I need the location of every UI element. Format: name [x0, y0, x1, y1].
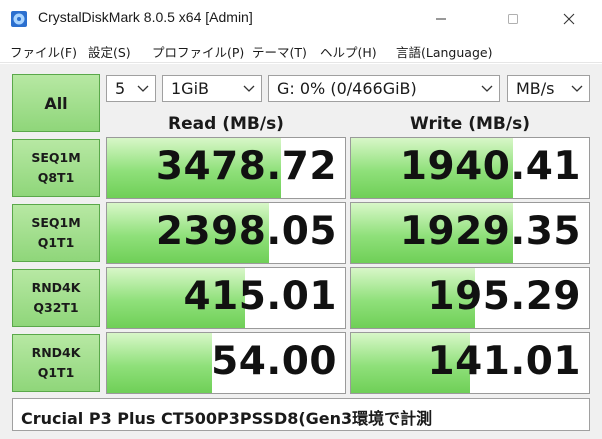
chevron-down-icon	[243, 85, 255, 92]
chevron-down-icon	[481, 85, 493, 92]
test-size-select[interactable]: 1GiB	[162, 75, 262, 102]
unit-select[interactable]: MB/s	[507, 75, 590, 102]
read-bar	[107, 333, 212, 393]
maximize-button[interactable]	[490, 0, 536, 38]
menu-help[interactable]: ヘルプ(H)	[320, 42, 377, 61]
unit-value: MB/s	[516, 79, 555, 98]
chevron-down-icon	[571, 85, 583, 92]
drive-select[interactable]: G: 0% (0/466GiB)	[268, 75, 500, 102]
write-column-header: Write (MB/s)	[410, 114, 530, 134]
read-value: 2398.05	[155, 209, 337, 254]
row-label-line2: Q1T1	[37, 364, 75, 380]
minimize-icon	[436, 18, 446, 20]
comment-field[interactable]: Crucial P3 Plus CT500P3PSSD8(Gen3環境で計測	[12, 398, 590, 431]
write-value: 141.01	[427, 339, 581, 384]
test-size-value: 1GiB	[171, 79, 209, 98]
seq1m-q8t1-button[interactable]: SEQ1M Q8T1	[12, 139, 100, 197]
read-value: 415.01	[183, 274, 337, 319]
row-label-line1: SEQ1M	[31, 215, 81, 230]
write-value: 1940.41	[399, 144, 581, 189]
minimize-button[interactable]	[418, 0, 464, 38]
write-value: 195.29	[427, 274, 581, 319]
row-label-line2: Q8T1	[37, 169, 75, 185]
menu-file[interactable]: ファイル(F)	[10, 42, 77, 61]
rnd4k-q32t1-button[interactable]: RND4K Q32T1	[12, 269, 100, 327]
row-label-line1: SEQ1M	[31, 150, 81, 165]
test-count-select[interactable]: 5	[106, 75, 156, 102]
seq1m-q1t1-button[interactable]: SEQ1M Q1T1	[12, 204, 100, 262]
close-icon	[563, 13, 575, 25]
read-column-header: Read (MB/s)	[168, 114, 284, 134]
row-label-line2: Q32T1	[33, 299, 79, 315]
all-button[interactable]: All	[12, 74, 100, 132]
menu-theme[interactable]: テーマ(T)	[252, 42, 307, 61]
test-count-value: 5	[115, 79, 126, 98]
menu-bar: ファイル(F) 設定(S) プロファイル(P) テーマ(T) ヘルプ(H) 言語…	[0, 38, 602, 63]
write-value: 1929.35	[399, 209, 581, 254]
write-result-seq1m-q1t1: 1929.35	[350, 202, 590, 264]
write-result-seq1m-q8t1: 1940.41	[350, 137, 590, 199]
menu-profile[interactable]: プロファイル(P)	[152, 42, 244, 61]
comment-text: Crucial P3 Plus CT500P3PSSD8(Gen3環境で計測	[21, 409, 433, 428]
drive-value: G: 0% (0/466GiB)	[277, 79, 417, 98]
read-result-seq1m-q1t1: 2398.05	[106, 202, 346, 264]
read-result-seq1m-q8t1: 3478.72	[106, 137, 346, 199]
close-button[interactable]	[546, 0, 592, 38]
read-result-rnd4k-q32t1: 415.01	[106, 267, 346, 329]
row-label-line1: RND4K	[31, 280, 81, 295]
read-result-rnd4k-q1t1: 54.00	[106, 332, 346, 394]
menu-language[interactable]: 言語(Language)	[396, 42, 492, 61]
rnd4k-q1t1-button[interactable]: RND4K Q1T1	[12, 334, 100, 392]
read-value: 3478.72	[155, 144, 337, 189]
title-bar: CrystalDiskMark 8.0.5 x64 [Admin]	[0, 0, 602, 38]
read-value: 54.00	[211, 339, 337, 384]
write-result-rnd4k-q32t1: 195.29	[350, 267, 590, 329]
maximize-icon	[508, 14, 518, 24]
row-label-line1: RND4K	[31, 345, 81, 360]
chevron-down-icon	[137, 85, 149, 92]
menu-settings[interactable]: 設定(S)	[88, 42, 131, 61]
crystaldiskmark-disk-icon	[10, 10, 28, 28]
window-title: CrystalDiskMark 8.0.5 x64 [Admin]	[38, 9, 253, 25]
row-label-line2: Q1T1	[37, 234, 75, 250]
write-result-rnd4k-q1t1: 141.01	[350, 332, 590, 394]
